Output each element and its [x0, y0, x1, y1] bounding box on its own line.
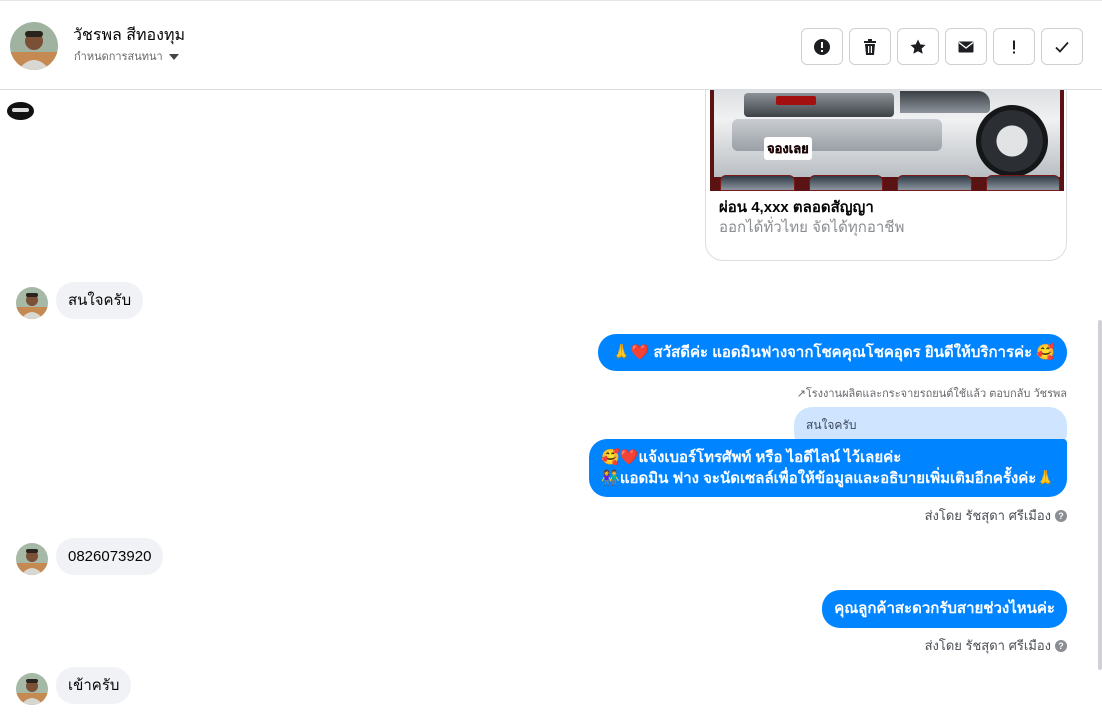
car-photo: [714, 90, 1060, 177]
ad-reply-card[interactable]: จองเลย ผ่อน 4,xxx ตลอดสัญญา ออกได้ทั่วไท…: [705, 90, 1067, 261]
sent-by-text: ส่งโดย รัชสุดา ศรีเมือง: [924, 638, 1051, 653]
ad-thumbnails: [714, 175, 1060, 191]
report-icon: [814, 38, 830, 55]
contact-name[interactable]: วัชรพล สีทองทุม: [73, 23, 185, 48]
assign-conversation-dropdown[interactable]: กำหนดการสนทนา: [74, 47, 179, 65]
contact-avatar-small[interactable]: [16, 673, 48, 705]
star-icon: [910, 39, 926, 54]
mail-icon: [958, 41, 974, 52]
check-icon: [1055, 41, 1069, 53]
assign-label: กำหนดการสนทนา: [74, 51, 163, 63]
page-logo-avatar: [7, 102, 34, 120]
pray-heart-emoji: 🙏❤️: [611, 343, 650, 361]
smiling-hearts-emoji: 🥰: [1036, 343, 1055, 361]
mark-unread-button[interactable]: [945, 28, 987, 65]
contact-avatar-small[interactable]: [16, 287, 48, 319]
contact-avatar[interactable]: [10, 22, 58, 70]
report-button[interactable]: [801, 28, 843, 65]
message-line: 🥰❤️แจ้งเบอร์โทรศัพท์ หรือ ไอดีไลน์ ไว้เล…: [601, 449, 902, 466]
thread-scrollbar[interactable]: [1098, 320, 1102, 670]
exclamation-icon: [1013, 40, 1015, 53]
incoming-message[interactable]: สนใจครับ: [56, 282, 144, 319]
caret-down-icon: [168, 53, 179, 60]
message-line: 👫แอดมิน ฟาง จะนัดเซลล์เพื่อให้ข้อมูลและอ…: [601, 470, 1055, 487]
sent-by-text: ส่งโดย รัชสุดา ศรีเมือง: [924, 508, 1051, 523]
spam-button[interactable]: [993, 28, 1035, 65]
trash-icon: [864, 38, 876, 55]
mark-done-button[interactable]: [1041, 28, 1083, 65]
message-text: สวัสดีค่ะ แอดมินฟางจากโชคคุณโชคอุดร ยินด…: [653, 344, 1033, 361]
sent-by-label: ส่งโดย รัชสุดา ศรีเมือง ?: [925, 635, 1067, 656]
ad-subtitle: ออกได้ทั่วไทย จัดได้ทุกอาชีพ: [719, 219, 905, 236]
ad-image[interactable]: จองเลย: [710, 90, 1064, 191]
help-icon[interactable]: ?: [1055, 509, 1067, 522]
incoming-message[interactable]: เข้าครับ: [56, 667, 132, 704]
star-button[interactable]: [897, 28, 939, 65]
ad-book-now-tag: จองเลย: [764, 137, 812, 160]
message-thread[interactable]: จองเลย ผ่อน 4,xxx ตลอดสัญญา ออกได้ทั่วไท…: [0, 90, 1102, 718]
delete-button[interactable]: [849, 28, 891, 65]
outgoing-message[interactable]: 🥰❤️แจ้งเบอร์โทรศัพท์ หรือ ไอดีไลน์ ไว้เล…: [589, 439, 1067, 497]
contact-avatar-small[interactable]: [16, 543, 48, 575]
outgoing-message[interactable]: คุณลูกค้าสะดวกรับสายช่วงไหนค่ะ: [822, 590, 1067, 628]
incoming-message[interactable]: 0826073920: [56, 538, 164, 575]
help-icon[interactable]: ?: [1055, 639, 1067, 652]
sent-by-label: ส่งโดย รัชสุดา ศรีเมือง ?: [925, 505, 1067, 526]
isuzu-logo: [776, 96, 816, 105]
header-actions: [801, 28, 1083, 65]
outgoing-message[interactable]: 🙏❤️ สวัสดีค่ะ แอดมินฟางจากโชคคุณโชคอุดร …: [597, 334, 1067, 371]
reply-context-label: ↗โรงงานผลิตและกระจายรถยนต์ใช้แล้ว ตอบกลั…: [796, 388, 1067, 400]
conversation-header: วัชรพล สีทองทุม กำหนดการสนทนา: [0, 0, 1102, 90]
